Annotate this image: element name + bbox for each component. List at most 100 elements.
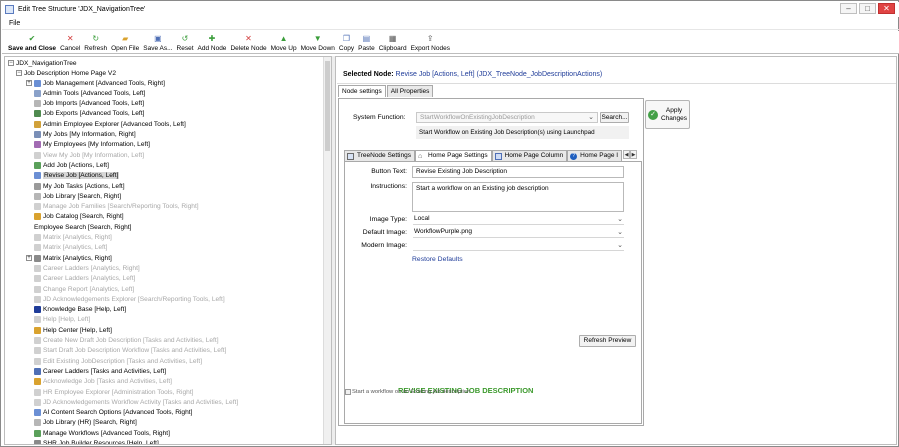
tree-node[interactable]: HR Employee Explorer [Administration Too…	[26, 387, 194, 397]
open-file-button[interactable]: ▰ Open File	[111, 31, 139, 53]
delete-node-button[interactable]: ✕ Delete Node	[230, 31, 266, 53]
tree-node[interactable]: Edit Existing JobDescription [Tasks and …	[26, 356, 202, 366]
default-image-select[interactable]: WorkflowPurple.png ⌄	[413, 228, 624, 238]
tree-node[interactable]: Job Imports [Advanced Tools, Left]	[26, 99, 144, 109]
tree-node[interactable]: Employee Search [Search, Right]	[26, 222, 132, 232]
tree-node-icon	[34, 89, 41, 97]
tab-home-page-column[interactable]: Home Page Column	[491, 150, 568, 161]
system-function-select[interactable]: StartWorkflowOnExistingJobDescription ⌄	[416, 112, 598, 123]
tree-node[interactable]: Job Exports [Advanced Tools, Left]	[26, 109, 144, 119]
tree-node[interactable]: Create New Draft Job Description [Tasks …	[26, 336, 219, 346]
button-text-input[interactable]: Revise Existing Job Description	[412, 166, 624, 178]
cancel-button[interactable]: ✕ Cancel	[60, 31, 80, 53]
toolbar-button-label: Clipboard	[378, 45, 407, 52]
tree-node[interactable]: JD Acknowledgements Explorer [Search/Rep…	[26, 294, 225, 304]
details-pane: Selected Node: Revise Job [Actions, Left…	[335, 56, 897, 445]
folder-icon: ▰	[122, 34, 129, 43]
tab-node-settings[interactable]: Node settings	[338, 85, 386, 97]
tree-node[interactable]: Acknowledge Job [Tasks and Activities, L…	[26, 377, 172, 387]
move-up-button[interactable]: ▲ Move Up	[271, 31, 297, 53]
instructions-textarea[interactable]: Start a workflow on an Existing job desc…	[412, 182, 624, 212]
tree-node[interactable]: Change Report [Analytics, Left]	[26, 284, 134, 294]
export-nodes-button[interactable]: ⇪ Export Nodes	[411, 31, 450, 53]
tab-scroll-left-icon[interactable]: ◀	[623, 150, 631, 159]
check-icon: ✓	[648, 109, 658, 120]
tree-node[interactable]: Knowledge Base [Help, Left]	[26, 305, 126, 315]
tree-node[interactable]: Career Ladders [Analytics, Left]	[26, 274, 135, 284]
modern-image-select[interactable]: ⌄	[413, 241, 624, 251]
refresh-preview-button[interactable]: Refresh Preview	[579, 335, 636, 347]
tree-node[interactable]: + Job Management [Advanced Tools, Right]	[26, 78, 165, 88]
tree-node[interactable]: Matrix [Analytics, Right]	[26, 233, 112, 243]
menu-file[interactable]: File	[9, 20, 20, 27]
tree-node[interactable]: Career Ladders [Tasks and Activities, Le…	[26, 366, 166, 376]
tree-node[interactable]: JD Acknowledgements Workflow Activity [T…	[26, 397, 238, 407]
expand-icon[interactable]: −	[16, 70, 22, 76]
tree-node[interactable]: Matrix [Analytics, Left]	[26, 243, 108, 253]
tree-node[interactable]: Add Job [Actions, Left]	[26, 160, 109, 170]
tree-node[interactable]: View My Job [My Information, Left]	[26, 150, 144, 160]
toolbar-button-label: Copy	[338, 45, 355, 52]
tree-node[interactable]: Career Ladders [Analytics, Right]	[26, 263, 140, 273]
selected-node-header: Selected Node: Revise Job [Actions, Left…	[343, 71, 602, 78]
tree-node[interactable]: Help Center [Help, Left]	[26, 325, 112, 335]
restore-defaults-link[interactable]: Restore Defaults	[412, 256, 463, 263]
refresh-button[interactable]: ↻ Refresh	[84, 31, 107, 53]
save-as-button[interactable]: ▣ Save As...	[143, 31, 172, 53]
expand-icon[interactable]: +	[26, 80, 32, 86]
tree-pane[interactable]: − JDX_NavigationTree − Job Description Home…	[4, 56, 332, 445]
tree-node-selected[interactable]: Revise Job [Actions, Left]	[26, 171, 120, 181]
chevron-down-icon: ⌄	[617, 216, 623, 223]
tab-treenode-settings[interactable]: TreeNode Settings	[344, 150, 415, 161]
chevron-down-icon: ⌄	[617, 229, 623, 236]
paste-button[interactable]: ▤ Paste	[358, 31, 375, 53]
tree-node[interactable]: Admin Employee Explorer [Advanced Tools,…	[26, 119, 186, 129]
tab-all-properties[interactable]: All Properties	[386, 85, 434, 97]
tree-root[interactable]: − JDX_NavigationTree	[8, 58, 77, 68]
tree-node[interactable]: Job Library (HR) [Search, Right]	[26, 418, 137, 428]
arrow-down-icon: ▼	[313, 34, 322, 43]
tree-node[interactable]: Admin Tools [Advanced Tools, Left]	[26, 88, 145, 98]
tree-node[interactable]: Manage Job Families [Search/Reporting To…	[26, 202, 199, 212]
close-window-icon[interactable]: ✕	[878, 3, 895, 14]
tree-node[interactable]: Help [Help, Left]	[26, 315, 90, 325]
maximize-icon[interactable]: □	[859, 3, 876, 14]
tree-node-label: Job Library (HR) [Search, Right]	[43, 419, 137, 427]
image-type-select[interactable]: Local ⌄	[413, 215, 624, 225]
function-description: Start Workflow on Existing Job Descripti…	[416, 126, 629, 139]
move-down-button[interactable]: ▼ Move Down	[301, 31, 335, 53]
copy-button[interactable]: ❐ Copy	[339, 31, 354, 53]
tree-node[interactable]: SHR Job Builder Resources [Help, Left]	[26, 439, 159, 444]
tab-home-page-help[interactable]: ? Home Page I	[567, 150, 623, 161]
tree-node-label: Job Catalog [Search, Right]	[43, 213, 124, 221]
tab-scroll-right-icon[interactable]: ▶	[630, 150, 638, 159]
expand-icon[interactable]: −	[8, 60, 14, 66]
tree-node[interactable]: My Employees [My Information, Left]	[26, 140, 150, 150]
apply-changes-button[interactable]: ✓ Apply Changes	[645, 100, 690, 129]
tree-node[interactable]: Job Library [Search, Right]	[26, 191, 121, 201]
tree-node[interactable]: Start Draft Job Description Workflow [Ta…	[26, 346, 226, 356]
reset-button[interactable]: ↺ Reset	[177, 31, 194, 53]
add-node-button[interactable]: ✚ Add Node	[198, 31, 227, 53]
tree-node[interactable]: Manage Workflows [Advanced Tools, Right]	[26, 428, 170, 438]
tree-scrollbar-thumb[interactable]	[325, 61, 330, 151]
tree-node[interactable]: My Job Tasks [Actions, Left]	[26, 181, 125, 191]
tab-home-page-settings[interactable]: ⌂ Home Page Settings	[414, 150, 492, 161]
search-button[interactable]: Search...	[600, 112, 629, 123]
clipboard-button[interactable]: ▦ Clipboard	[379, 31, 407, 53]
toolbar-button-label: Save and Close	[8, 45, 57, 52]
tree-node[interactable]: Job Catalog [Search, Right]	[26, 212, 124, 222]
tree-node[interactable]: AI Content Search Options [Advanced Tool…	[26, 408, 192, 418]
tree-scrollbar[interactable]	[323, 57, 331, 444]
save-and-close-button[interactable]: ✔ Save and Close	[8, 31, 56, 53]
tree-node[interactable]: My Jobs [My Information, Right]	[26, 130, 136, 140]
expand-icon[interactable]: +	[26, 255, 32, 262]
tree-node-icon	[34, 398, 41, 406]
minimize-icon[interactable]: –	[840, 3, 857, 14]
tree-node[interactable]: + Matrix [Analytics, Right]	[26, 253, 112, 263]
tree-page-node[interactable]: − Job Description Home Page V2	[16, 68, 116, 78]
